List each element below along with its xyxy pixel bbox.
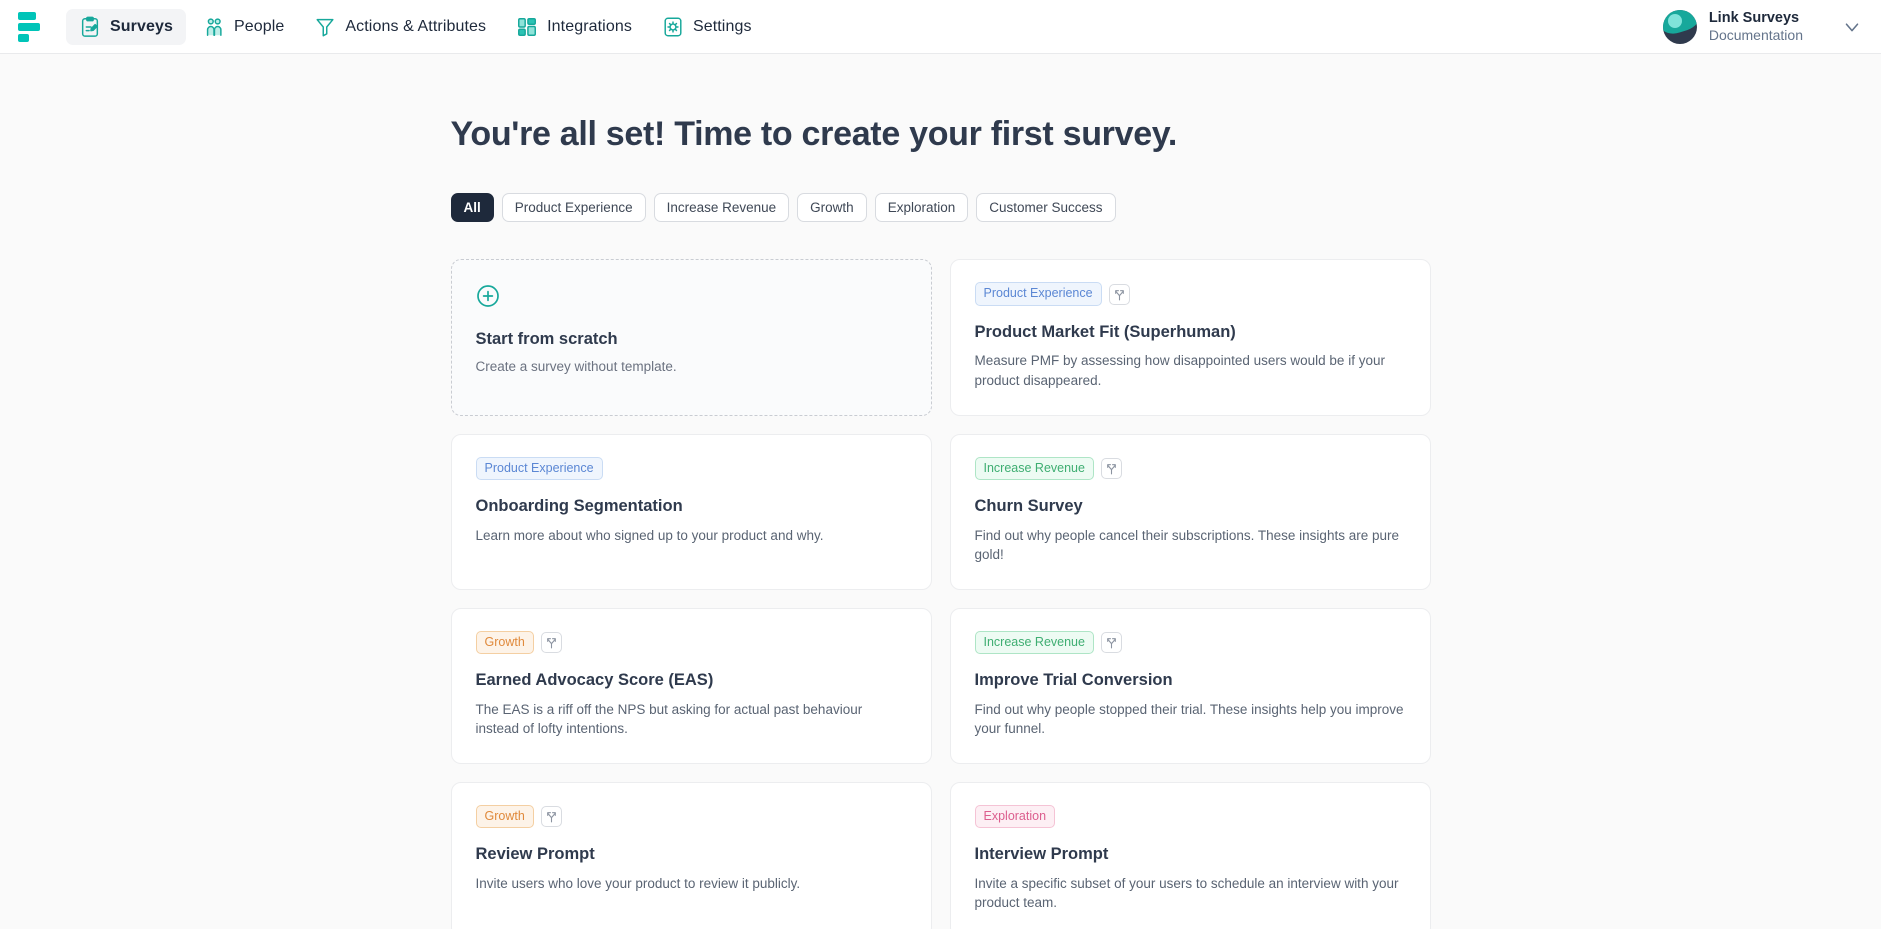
template-card[interactable]: Exploration Interview Prompt Invite a spec… <box>949 781 1431 929</box>
funnel-icon <box>316 18 334 36</box>
template-card[interactable]: Product Experience Product Market Fit (Su… <box>949 259 1431 416</box>
template-card[interactable]: Growth Earned Advocacy Score (EAS) The EAS… <box>450 607 932 764</box>
card-badge-row: Growth <box>475 630 907 655</box>
card-title: Product Market Fit (Superhuman) <box>974 322 1236 341</box>
page-title: You're all set! Time to create your firs… <box>450 115 1178 153</box>
nav-item-label: Settings <box>692 17 752 35</box>
filter-customer-success[interactable]: Customer Success <box>976 193 1116 223</box>
card-description: The EAS is a riff off the NPS but asking… <box>475 701 863 737</box>
filter-increase-revenue[interactable]: Increase Revenue <box>653 193 790 223</box>
split-branch-icon <box>546 812 556 823</box>
formbricks-logo[interactable] <box>18 11 44 42</box>
card-badge-row: Increase Revenue <box>974 630 1406 655</box>
branching-logic-button[interactable] <box>1100 457 1122 479</box>
workspace-avatar <box>1662 10 1697 44</box>
card-description: Learn more about who signed up to your p… <box>475 527 824 543</box>
nav-item-label: Surveys <box>110 17 173 35</box>
card-title: Churn Survey <box>974 496 1083 515</box>
card-badge-row: Product Experience <box>974 282 1406 306</box>
category-badge: Increase Revenue <box>974 456 1094 480</box>
template-grid: Start from scratch Create a survey withou… <box>450 259 1431 929</box>
nav-item-label: People <box>233 17 285 35</box>
nav-item-integrations[interactable]: Integrations <box>503 9 645 45</box>
card-title: Interview Prompt <box>974 845 1109 864</box>
chevron-down-icon[interactable] <box>1841 16 1863 38</box>
card-badge-row: Growth <box>475 804 907 829</box>
gear-device-icon <box>664 17 682 36</box>
card-description: Find out why people cancel their subscri… <box>974 527 1400 563</box>
card-title: Onboarding Segmentation <box>475 496 683 515</box>
category-badge: Growth <box>475 804 534 829</box>
card-description: Measure PMF by assessing how disappointe… <box>974 353 1385 388</box>
card-title: Improve Trial Conversion <box>974 671 1173 690</box>
branching-logic-button[interactable] <box>1108 283 1130 305</box>
nav-item-settings[interactable]: Settings <box>649 9 765 45</box>
workspace-subtitle: Documentation <box>1708 27 1803 44</box>
category-badge: Product Experience <box>475 456 603 480</box>
card-title: Review Prompt <box>475 845 595 864</box>
workspace-switcher[interactable]: Link Surveys Documentation <box>1662 0 1863 54</box>
card-badge-row: Increase Revenue <box>974 456 1406 480</box>
split-branch-icon <box>1107 463 1116 475</box>
nav-item-label: Integrations <box>547 17 632 35</box>
category-badge: Product Experience <box>974 282 1102 306</box>
filter-exploration[interactable]: Exploration <box>874 193 969 223</box>
grid-blocks-icon <box>518 17 537 36</box>
nav-item-label: Actions & Attributes <box>345 17 487 35</box>
category-badge: Growth <box>475 630 534 655</box>
split-branch-icon <box>546 637 556 649</box>
card-description: Invite users who love your product to re… <box>475 875 801 891</box>
card-badge-row: Product Experience <box>475 456 907 480</box>
clipboard-pen-icon <box>81 16 99 37</box>
category-badge: Exploration <box>974 804 1056 829</box>
nav-item-people[interactable]: People <box>190 9 297 45</box>
start-from-scratch-card[interactable]: Start from scratch Create a survey withou… <box>450 259 932 416</box>
main-nav: Surveys People Actions & Attributes Integra… <box>66 8 765 45</box>
category-filter-bar: All Product Experience Increase Revenue Gro… <box>450 193 1431 223</box>
category-badge: Increase Revenue <box>974 630 1094 655</box>
workspace-name: Link Surveys <box>1708 10 1800 27</box>
page-body: You're all set! Time to create your firs… <box>0 54 1881 929</box>
filter-all[interactable]: All <box>450 193 494 223</box>
split-branch-icon <box>1114 289 1124 301</box>
card-description: Invite a specific subset of your users t… <box>974 875 1399 911</box>
nav-item-surveys[interactable]: Surveys <box>66 8 186 45</box>
template-card[interactable]: Growth Review Prompt Invite users who love… <box>450 781 932 929</box>
branching-logic-button[interactable] <box>540 631 562 653</box>
nav-item-actions-attributes[interactable]: Actions & Attributes <box>301 9 499 45</box>
branching-logic-button[interactable] <box>540 805 562 827</box>
card-description: Find out why people stopped their trial.… <box>974 701 1404 737</box>
filter-growth[interactable]: Growth <box>797 193 867 223</box>
people-icon <box>206 17 222 36</box>
template-card[interactable]: Increase Revenue Improve Trial Conversion… <box>949 607 1431 764</box>
top-navigation-bar: Surveys People Actions & Attributes Integra… <box>0 0 1881 54</box>
plus-circle-icon <box>476 285 499 308</box>
split-branch-icon <box>1107 637 1116 649</box>
branching-logic-button[interactable] <box>1100 631 1122 653</box>
card-title: Start from scratch <box>475 330 618 349</box>
template-card[interactable]: Increase Revenue Churn Survey Find out why… <box>949 433 1431 590</box>
card-title: Earned Advocacy Score (EAS) <box>475 671 714 690</box>
template-card[interactable]: Product Experience Onboarding Segmentatio… <box>450 433 932 590</box>
filter-product-experience[interactable]: Product Experience <box>501 193 646 223</box>
card-badge-row: Exploration <box>974 804 1406 829</box>
card-description: Create a survey without template. <box>475 359 677 375</box>
